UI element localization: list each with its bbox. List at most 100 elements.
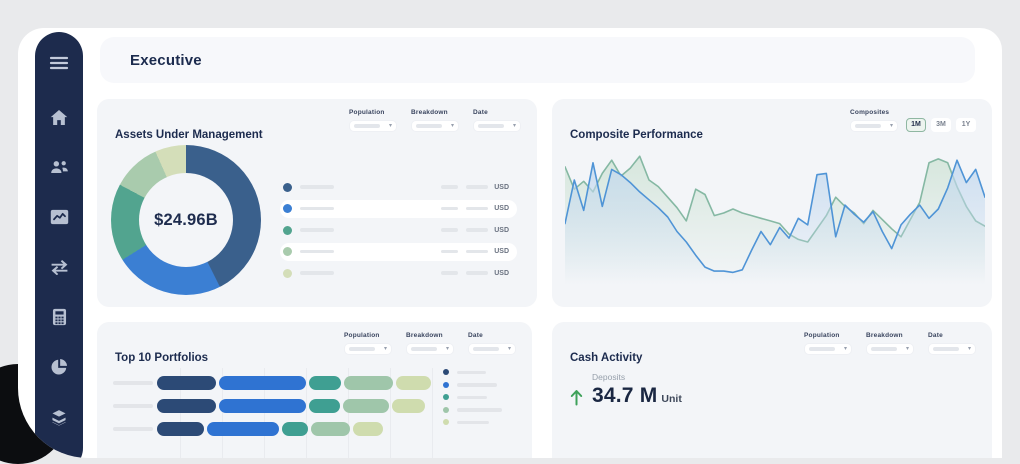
filter-label: Date [928,332,976,339]
legend-item[interactable] [443,391,502,404]
bar-segment [309,376,341,390]
aum-legend-row[interactable]: USD [280,264,517,282]
legend-dot [283,226,292,235]
sidebar-item-transfers[interactable] [47,256,71,278]
sidebar-item-clients[interactable] [47,156,71,178]
legend-dot [443,382,449,388]
aum-legend-row[interactable]: USD [280,178,517,196]
filter-select-population[interactable]: ▾ [804,343,852,355]
placeholder-bar [300,250,334,254]
bar-row[interactable] [113,376,442,390]
bar-row[interactable] [113,422,442,436]
legend-dot [443,369,449,375]
placeholder-bar [300,271,334,275]
aum-legend-row[interactable]: USD [280,221,517,239]
filter-group-date: Date ▾ [928,332,976,355]
card-composite-performance: Composite Performance Composites▾ 1M3M1Y [552,99,992,307]
stacked-bar [157,422,383,436]
placeholder-bar [441,207,458,211]
filter-select-date[interactable]: ▾ [468,343,516,355]
bar-segment [309,399,340,413]
metric-unit: Unit [661,393,681,405]
filter-select-composites[interactable]: ▾ [850,120,898,132]
top10-filters: Population▾ Breakdown▾ Date▾ [344,332,516,355]
chevron-down-icon: ▾ [513,123,516,129]
aum-legend-row[interactable]: USD [280,200,517,218]
filter-label: Breakdown [411,109,459,116]
aum-legend-row[interactable]: USD [280,243,517,261]
aum-donut-hole: $24.96B [139,173,233,267]
filter-group-breakdown: Breakdown▾ [406,332,454,355]
composite-filters: Composites▾ [850,109,898,132]
filter-group-date: Date ▾ [473,109,521,132]
filter-label: Breakdown [866,332,914,339]
sidebar-item-performance[interactable] [47,206,71,228]
menu-button[interactable] [47,52,71,74]
placeholder-bar [457,396,487,400]
filter-select-date[interactable]: ▾ [473,120,521,132]
page-title: Executive [130,52,202,69]
filter-group-composites: Composites▾ [850,109,898,132]
legend-item[interactable] [443,379,502,392]
aum-filters: Population▾Breakdown▾Date▾ [349,109,521,132]
legend-dot [283,247,292,256]
placeholder-bar [457,371,486,375]
placeholder-bar [466,207,488,211]
chevron-down-icon: ▾ [968,346,971,352]
sidebar-item-home[interactable] [47,106,71,128]
composite-chart-svg [565,139,985,291]
placeholder-bar [466,228,488,232]
legend-item[interactable] [443,366,502,379]
placeholder-bar [300,185,334,189]
placeholder-bar [457,421,489,425]
placeholder-bar [466,250,488,254]
filter-group-population: Population▾ [344,332,392,355]
range-button-1m[interactable]: 1M [906,118,926,132]
placeholder-bar [457,408,502,412]
up-arrow-icon [570,389,583,406]
chevron-down-icon: ▾ [508,346,511,352]
filter-group-date: Date▾ [468,332,516,355]
currency-label: USD [494,184,509,191]
filter-group-breakdown: Breakdown ▾ [411,109,459,132]
legend-dot [443,394,449,400]
bar-row[interactable] [113,399,442,413]
card-assets-under-management: Assets Under Management Population▾Break… [97,99,537,307]
sidebar-item-holdings[interactable] [47,406,71,428]
card-title: Top 10 Portfolios [115,352,208,364]
filter-label: Population [804,332,852,339]
bar-segment [157,399,216,413]
card-cash-activity: Cash Activity Population▾Breakdown▾Date▾… [552,322,992,458]
bar-segment [282,422,308,436]
sidebar-item-allocation[interactable] [47,356,71,378]
placeholder-bar [478,124,504,128]
filter-select-population[interactable]: ▾ [344,343,392,355]
range-toggle: 1M 3M 1Y [906,118,976,132]
range-button-3m[interactable]: 3M [931,118,951,132]
sidebar-item-calculator[interactable] [47,306,71,328]
home-icon [50,109,68,126]
bar-segment [219,399,306,413]
legend-item[interactable] [443,404,502,417]
placeholder-bar [441,271,458,275]
range-button-1y[interactable]: 1Y [956,118,976,132]
filter-select-population[interactable]: ▾ [349,120,397,132]
filter-select-breakdown[interactable]: ▾ [411,120,459,132]
filter-select-breakdown[interactable]: ▾ [866,343,914,355]
filter-label: Date [473,109,521,116]
legend-dot [443,407,449,413]
stacked-bar [157,376,431,390]
placeholder-bar [457,383,497,387]
filter-select-breakdown[interactable]: ▾ [406,343,454,355]
calculator-icon [52,308,67,326]
placeholder-bar [473,347,499,351]
aum-donut: $24.96B [111,145,261,295]
filter-select-date[interactable]: ▾ [928,343,976,355]
bar-segment [311,422,350,436]
legend-dot [443,419,449,425]
chevron-down-icon: ▾ [389,123,392,129]
legend-dot [283,204,292,213]
currency-label: USD [494,227,509,234]
legend-item[interactable] [443,416,502,429]
placeholder-bar [300,207,334,211]
